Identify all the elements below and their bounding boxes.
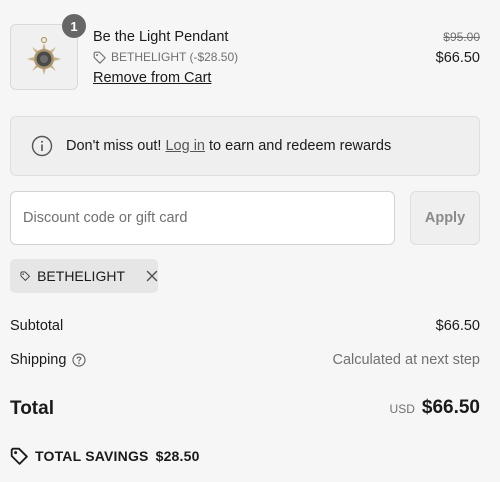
pendant-image — [27, 36, 61, 75]
total-label: Total — [10, 398, 54, 419]
product-discount: BETHELIGHT (-$28.50) — [93, 50, 238, 64]
original-price: $95.00 — [443, 30, 480, 44]
shipping-value: Calculated at next step — [332, 352, 480, 368]
product-name: Be the Light Pendant — [93, 29, 229, 45]
rewards-text: Don't miss out! Log in to earn and redee… — [66, 138, 391, 154]
currency-label: USD — [389, 402, 415, 416]
rewards-suffix: to earn and redeem rewards — [209, 138, 392, 154]
applied-code-label: BETHELIGHT — [37, 268, 125, 284]
apply-button[interactable]: Apply — [410, 191, 480, 245]
tag-icon — [20, 271, 30, 281]
help-icon[interactable] — [72, 353, 87, 367]
tag-icon — [10, 447, 28, 465]
rewards-prefix: Don't miss out! — [66, 138, 162, 154]
rewards-banner: Don't miss out! Log in to earn and redee… — [10, 116, 480, 176]
product-price: $66.50 — [435, 50, 480, 66]
close-icon — [146, 270, 158, 282]
shipping-row-label: Shipping — [10, 352, 87, 368]
product-discount-label: BETHELIGHT (-$28.50) — [111, 50, 239, 64]
remove-code-button[interactable] — [146, 270, 158, 282]
total-amount: USD $66.50 — [390, 397, 480, 419]
applied-code-chip: BETHELIGHT — [10, 259, 158, 293]
shipping-label: Shipping — [10, 352, 67, 368]
subtotal-value: $66.50 — [435, 318, 480, 334]
savings-label: TOTAL SAVINGS — [35, 448, 149, 464]
remove-from-cart-link[interactable]: Remove from Cart — [93, 70, 211, 86]
quantity-badge: 1 — [62, 14, 86, 38]
tag-icon — [93, 51, 106, 64]
total-value: $66.50 — [421, 397, 480, 418]
total-savings: TOTAL SAVINGS $28.50 — [10, 447, 200, 465]
discount-code-input[interactable] — [10, 191, 395, 245]
subtotal-label: Subtotal — [10, 318, 64, 334]
savings-value: $28.50 — [155, 448, 200, 464]
info-icon — [31, 135, 53, 157]
login-link[interactable]: Log in — [165, 138, 205, 154]
